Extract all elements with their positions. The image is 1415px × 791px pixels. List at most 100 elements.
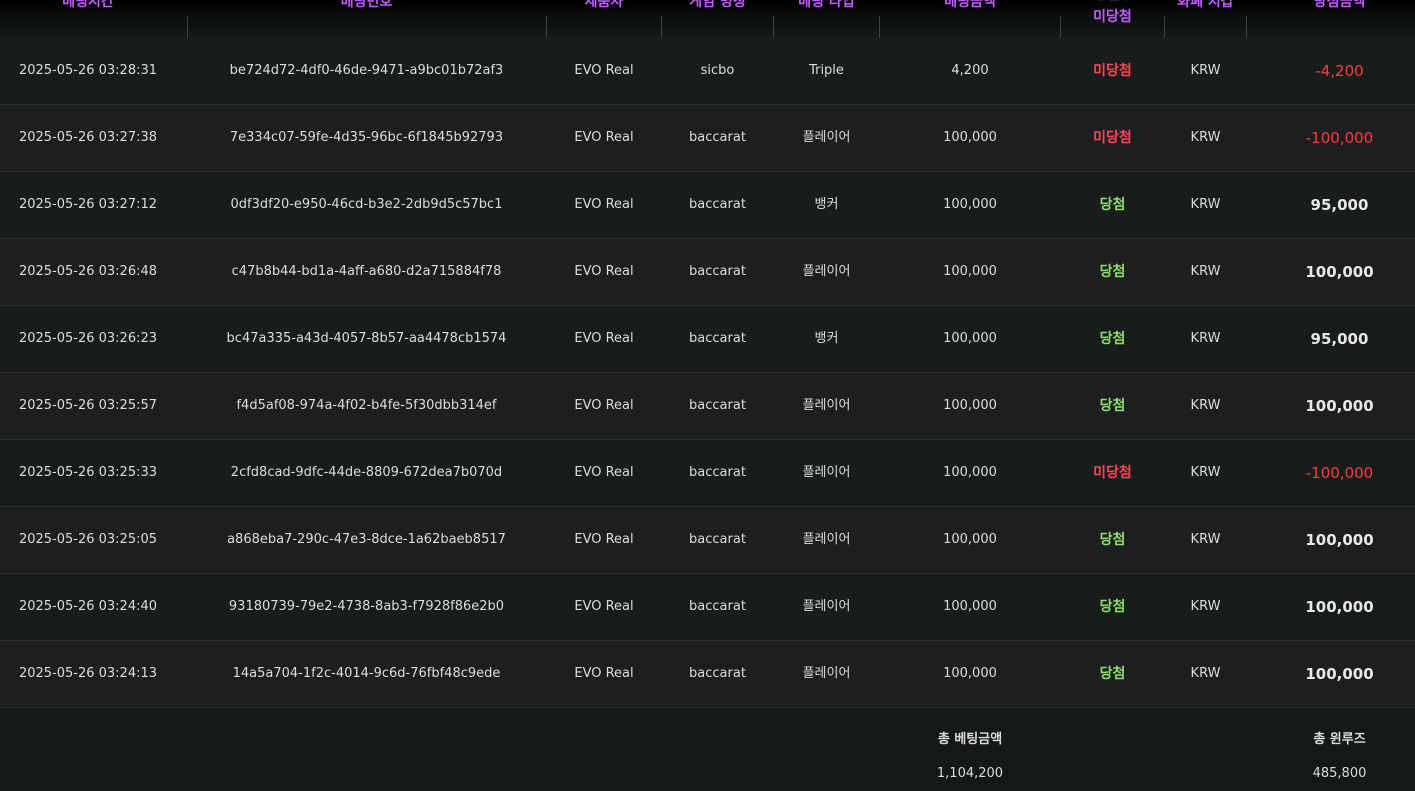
cell-result: 당첨 bbox=[1099, 532, 1126, 548]
cell-currency: KRW bbox=[1190, 599, 1221, 614]
cell-bet-type: 플레이어 bbox=[802, 264, 851, 279]
cell-bet-amount: 4,200 bbox=[951, 63, 989, 78]
cell-payout: -100,000 bbox=[1305, 464, 1374, 482]
total-winloss-value: 485,800 bbox=[1312, 766, 1367, 781]
cell-bet-amount: 100,000 bbox=[943, 532, 997, 547]
header-result-label: 당첨 / bbox=[1061, 0, 1164, 2]
cell-bet-id: bc47a335-a43d-4057-8b57-aa4478cb1574 bbox=[226, 331, 507, 346]
header-bet-id: 베팅번호 bbox=[187, 0, 546, 38]
cell-bet-time: 2025-05-26 03:24:40 bbox=[18, 599, 158, 614]
header-currency-label: 화폐 지갑 bbox=[1177, 0, 1234, 10]
table-row: 2025-05-26 03:28:31 be724d72-4df0-46de-94… bbox=[0, 38, 1415, 105]
cell-bet-amount: 100,000 bbox=[943, 398, 997, 413]
table-row: 2025-05-26 03:27:12 0df3df20-e950-46cd-b3… bbox=[0, 172, 1415, 239]
cell-payout: 100,000 bbox=[1305, 531, 1374, 549]
cell-payout: -4,200 bbox=[1315, 62, 1364, 80]
cell-bet-time: 2025-05-26 03:27:12 bbox=[18, 197, 158, 212]
cell-bet-amount: 100,000 bbox=[943, 264, 997, 279]
cell-bet-id: f4d5af08-974a-4f02-b4fe-5f30dbb314ef bbox=[236, 398, 497, 413]
cell-game-name: baccarat bbox=[689, 465, 746, 480]
header-vendor: 제품사 bbox=[547, 0, 661, 38]
header-bet-type: 베팅 타입 bbox=[774, 0, 879, 38]
total-bet-value: 1,104,200 bbox=[936, 766, 1004, 781]
cell-bet-type: 플레이어 bbox=[802, 599, 851, 614]
cell-payout: 100,000 bbox=[1305, 598, 1374, 616]
cell-bet-time: 2025-05-26 03:28:31 bbox=[18, 63, 158, 78]
header-game-name: 게임 명칭 bbox=[662, 0, 773, 38]
cell-vendor: EVO Real bbox=[574, 264, 634, 279]
cell-currency: KRW bbox=[1190, 264, 1221, 279]
cell-bet-id: 7e334c07-59fe-4d35-96bc-6f1845b92793 bbox=[229, 130, 504, 145]
table-row: 2025-05-26 03:25:57 f4d5af08-974a-4f02-b4… bbox=[0, 373, 1415, 440]
cell-bet-type: 뱅커 bbox=[814, 331, 839, 346]
header-result-label-line2: 미당첨 bbox=[1093, 9, 1132, 25]
cell-vendor: EVO Real bbox=[574, 398, 634, 413]
cell-bet-amount: 100,000 bbox=[943, 197, 997, 212]
header-divider bbox=[879, 16, 880, 38]
cell-bet-time: 2025-05-26 03:26:23 bbox=[18, 331, 158, 346]
cell-bet-time: 2025-05-26 03:27:38 bbox=[18, 130, 158, 145]
cell-bet-time: 2025-05-26 03:25:05 bbox=[18, 532, 158, 547]
header-result: 당첨 / 미당첨 bbox=[1061, 0, 1164, 38]
cell-vendor: EVO Real bbox=[574, 465, 634, 480]
cell-bet-id: 14a5a704-1f2c-4014-9c6d-76fbf48c9ede bbox=[232, 666, 501, 681]
table-header: 베팅시간 베팅번호 제품사 게임 명칭 베팅 타입 베팅금액 당첨 / 미당첨 화폐 지갑 당첨금… bbox=[0, 0, 1415, 39]
table-row: 2025-05-26 03:27:38 7e334c07-59fe-4d35-96… bbox=[0, 105, 1415, 172]
cell-game-name: baccarat bbox=[689, 331, 746, 346]
cell-bet-type: 플레이어 bbox=[802, 666, 851, 681]
header-bet-amount-label: 베팅금액 bbox=[944, 0, 996, 10]
cell-bet-time: 2025-05-26 03:25:57 bbox=[18, 398, 158, 413]
cell-bet-type: 뱅커 bbox=[814, 197, 839, 212]
cell-payout: 100,000 bbox=[1305, 263, 1374, 281]
header-bet-id-label: 베팅번호 bbox=[340, 0, 393, 10]
cell-payout: 100,000 bbox=[1305, 665, 1374, 683]
header-divider bbox=[661, 16, 662, 38]
total-winloss-label: 총 윈루즈 bbox=[1313, 732, 1366, 747]
header-divider bbox=[1246, 16, 1247, 38]
cell-bet-time: 2025-05-26 03:25:33 bbox=[18, 465, 158, 480]
cell-currency: KRW bbox=[1190, 532, 1221, 547]
cell-bet-id: 2cfd8cad-9dfc-44de-8809-672dea7b070d bbox=[230, 465, 503, 480]
cell-game-name: baccarat bbox=[689, 130, 746, 145]
cell-bet-id: c47b8b44-bd1a-4aff-a680-d2a715884f78 bbox=[231, 264, 502, 279]
cell-bet-type: 플레이어 bbox=[802, 130, 851, 145]
cell-payout: 100,000 bbox=[1305, 397, 1374, 415]
cell-result: 미당첨 bbox=[1093, 130, 1132, 146]
header-divider bbox=[546, 16, 547, 38]
cell-bet-amount: 100,000 bbox=[943, 599, 997, 614]
header-game-name-label: 게임 명칭 bbox=[689, 0, 746, 10]
cell-result: 당첨 bbox=[1099, 398, 1126, 414]
cell-currency: KRW bbox=[1190, 63, 1221, 78]
cell-vendor: EVO Real bbox=[574, 130, 634, 145]
cell-game-name: sicbo bbox=[700, 63, 735, 78]
header-bet-amount: 베팅금액 bbox=[880, 0, 1060, 38]
table-row: 2025-05-26 03:26:23 bc47a335-a43d-4057-8b… bbox=[0, 306, 1415, 373]
cell-result: 당첨 bbox=[1099, 264, 1126, 280]
cell-payout: 95,000 bbox=[1310, 196, 1369, 214]
table-row: 2025-05-26 03:24:40 93180739-79e2-4738-8a… bbox=[0, 574, 1415, 641]
cell-currency: KRW bbox=[1190, 465, 1221, 480]
cell-game-name: baccarat bbox=[689, 666, 746, 681]
cell-result: 당첨 bbox=[1099, 197, 1126, 213]
cell-bet-id: 0df3df20-e950-46cd-b3e2-2db9d5c57bc1 bbox=[230, 197, 503, 212]
cell-bet-amount: 100,000 bbox=[943, 465, 997, 480]
cell-bet-type: 플레이어 bbox=[802, 465, 851, 480]
cell-currency: KRW bbox=[1190, 197, 1221, 212]
cell-vendor: EVO Real bbox=[574, 197, 634, 212]
cell-vendor: EVO Real bbox=[574, 599, 634, 614]
header-divider bbox=[1060, 16, 1061, 38]
header-payout-label: 당첨금액 bbox=[1313, 0, 1366, 10]
cell-game-name: baccarat bbox=[689, 264, 746, 279]
header-bet-time-label: 베팅시간 bbox=[62, 0, 114, 10]
header-vendor-label: 제품사 bbox=[584, 0, 624, 10]
header-bet-time: 베팅시간 bbox=[0, 0, 176, 38]
total-bet-label: 총 베팅금액 bbox=[937, 732, 1003, 747]
table-row: 2025-05-26 03:26:48 c47b8b44-bd1a-4aff-a6… bbox=[0, 239, 1415, 306]
header-bet-type-label: 베팅 타입 bbox=[798, 0, 855, 10]
cell-bet-amount: 100,000 bbox=[943, 331, 997, 346]
table-row: 2025-05-26 03:25:05 a868eba7-290c-47e3-8d… bbox=[0, 507, 1415, 574]
cell-bet-type: Triple bbox=[809, 63, 844, 78]
cell-result: 당첨 bbox=[1099, 331, 1126, 347]
cell-bet-time: 2025-05-26 03:26:48 bbox=[18, 264, 158, 279]
cell-currency: KRW bbox=[1190, 130, 1221, 145]
